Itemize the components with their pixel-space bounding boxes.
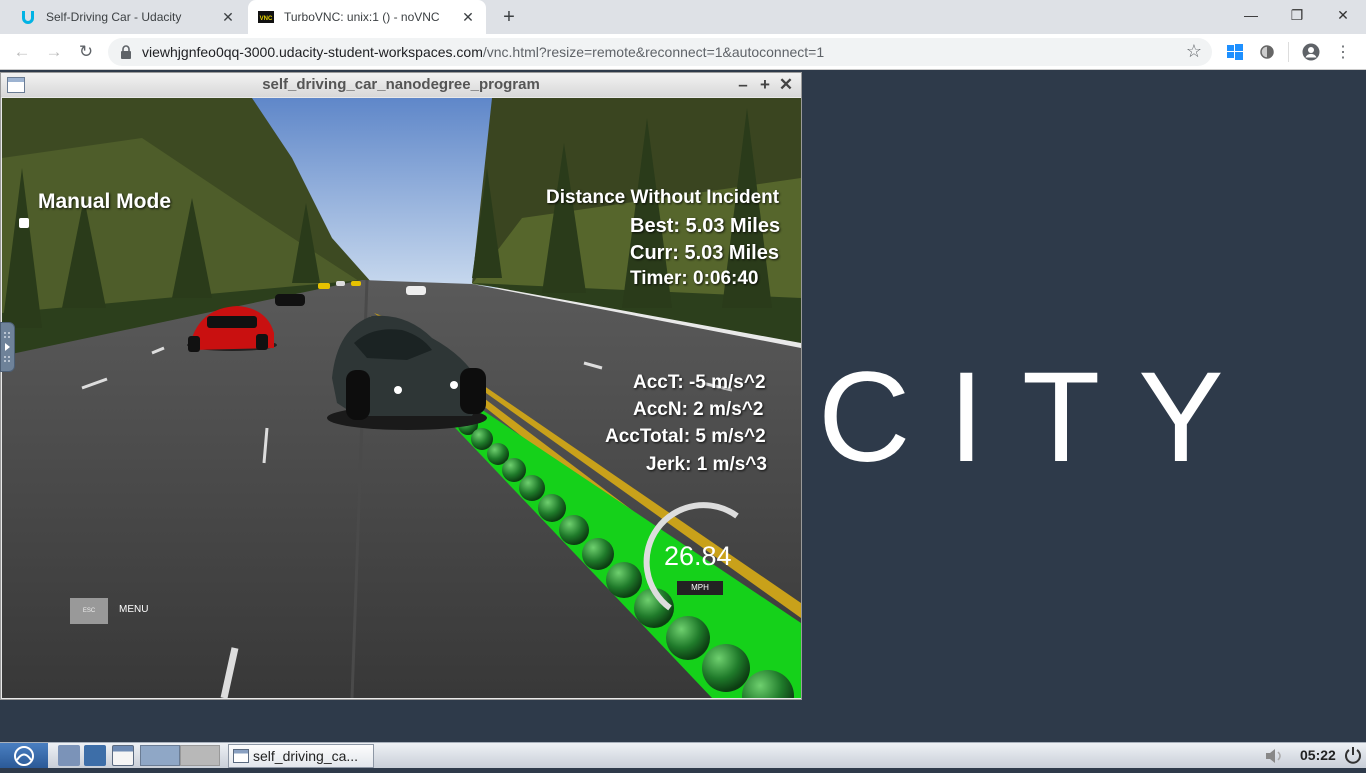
browser-tab-bar: Self-Driving Car - Udacity ✕ VNC TurboVN… xyxy=(0,0,1366,34)
simulator-scene[interactable]: Manual Mode Distance Without Incident Be… xyxy=(2,98,801,698)
close-window-icon[interactable]: ✕ xyxy=(1320,0,1366,30)
close-tab-icon[interactable]: ✕ xyxy=(218,7,238,27)
workspace-pager[interactable] xyxy=(140,745,220,766)
close-icon[interactable]: ✕ xyxy=(777,75,795,95)
windows-extension-icon[interactable] xyxy=(1226,43,1244,61)
lock-icon xyxy=(121,45,131,59)
udacity-logo-icon xyxy=(22,11,34,24)
wallpaper-text: CITY xyxy=(818,346,1262,489)
workspace-2[interactable] xyxy=(180,745,220,766)
network-icon[interactable] xyxy=(84,745,106,766)
power-icon[interactable] xyxy=(1344,746,1362,764)
minimize-window-icon[interactable]: — xyxy=(1228,0,1274,30)
workspace-1[interactable] xyxy=(140,745,180,766)
menu-label: MENU xyxy=(119,604,149,615)
tab-label: TurboVNC: unix:1 () - noVNC xyxy=(284,10,440,24)
new-tab-button[interactable]: + xyxy=(498,6,520,28)
toolbar-divider xyxy=(1288,42,1289,62)
simulator-window: self_driving_car_nanodegree_program – + … xyxy=(0,72,802,700)
vnc-icon: VNC xyxy=(258,11,274,23)
maximize-icon[interactable]: + xyxy=(756,75,774,95)
jerk: Jerk: 1 m/s^3 xyxy=(646,454,767,475)
back-arrow-icon[interactable]: ← xyxy=(10,40,34,64)
speedometer-value: 26.84 xyxy=(664,541,732,571)
mode-indicator xyxy=(19,218,29,228)
esc-button[interactable]: ESC xyxy=(70,598,108,624)
svg-text:VNC: VNC xyxy=(260,16,273,22)
timer: Timer: 0:06:40 xyxy=(630,268,759,289)
mode-label: Manual Mode xyxy=(38,190,172,213)
distance-heading: Distance Without Incident xyxy=(546,187,780,208)
bookmark-star-icon[interactable]: ☆ xyxy=(1186,41,1202,62)
tab-label: Self-Driving Car - Udacity xyxy=(46,10,182,24)
browser-menu-icon[interactable]: ⋮ xyxy=(1334,43,1352,61)
extension-circle-icon[interactable] xyxy=(1258,43,1276,61)
reload-icon[interactable]: ↻ xyxy=(74,40,98,64)
window-app-icon xyxy=(7,77,25,93)
close-tab-icon[interactable]: ✕ xyxy=(458,7,478,27)
tab-udacity[interactable]: Self-Driving Car - Udacity ✕ xyxy=(8,0,246,34)
url-text: viewhjgnfeo0qq-3000.udacity-student-work… xyxy=(142,44,824,60)
start-menu-button[interactable] xyxy=(0,743,48,768)
simulator-title-bar[interactable]: self_driving_car_nanodegree_program – + … xyxy=(1,73,801,97)
clock: 05:22 xyxy=(1300,747,1336,763)
url-path: /vnc.html?resize=remote&reconnect=1&auto… xyxy=(482,44,825,60)
file-manager-icon[interactable] xyxy=(58,745,80,766)
minimize-icon[interactable]: – xyxy=(734,75,752,95)
browser-toolbar: ← → ↻ viewhjgnfeo0qq-3000.udacity-studen… xyxy=(0,34,1366,70)
speed-unit: MPH xyxy=(677,581,723,595)
window-app-icon xyxy=(233,749,249,763)
volume-icon[interactable] xyxy=(1264,748,1286,764)
current-distance: Curr: 5.03 Miles xyxy=(630,242,779,264)
task-label: self_driving_ca... xyxy=(253,748,359,764)
address-bar[interactable]: viewhjgnfeo0qq-3000.udacity-student-work… xyxy=(108,38,1212,66)
terminal-icon[interactable] xyxy=(112,745,134,766)
acc-n: AccN: 2 m/s^2 xyxy=(633,399,764,420)
taskbar-task-button[interactable]: self_driving_ca... xyxy=(228,744,374,768)
profile-avatar-icon[interactable] xyxy=(1302,43,1320,61)
acc-total: AccTotal: 5 m/s^2 xyxy=(605,426,766,447)
desktop-taskbar: self_driving_ca... 05:22 xyxy=(0,742,1366,768)
tab-turbovnc[interactable]: VNC TurboVNC: unix:1 () - noVNC ✕ xyxy=(248,0,486,34)
novnc-control-bar-handle[interactable] xyxy=(0,322,15,372)
url-host: viewhjgnfeo0qq-3000.udacity-student-work… xyxy=(142,44,483,60)
restore-window-icon[interactable]: ❐ xyxy=(1274,0,1320,30)
window-title: self_driving_car_nanodegree_program xyxy=(262,76,540,93)
start-logo-icon xyxy=(14,746,34,766)
acc-t: AccT: -5 m/s^2 xyxy=(633,372,766,393)
forward-arrow-icon[interactable]: → xyxy=(42,40,66,64)
best-distance: Best: 5.03 Miles xyxy=(630,215,781,237)
